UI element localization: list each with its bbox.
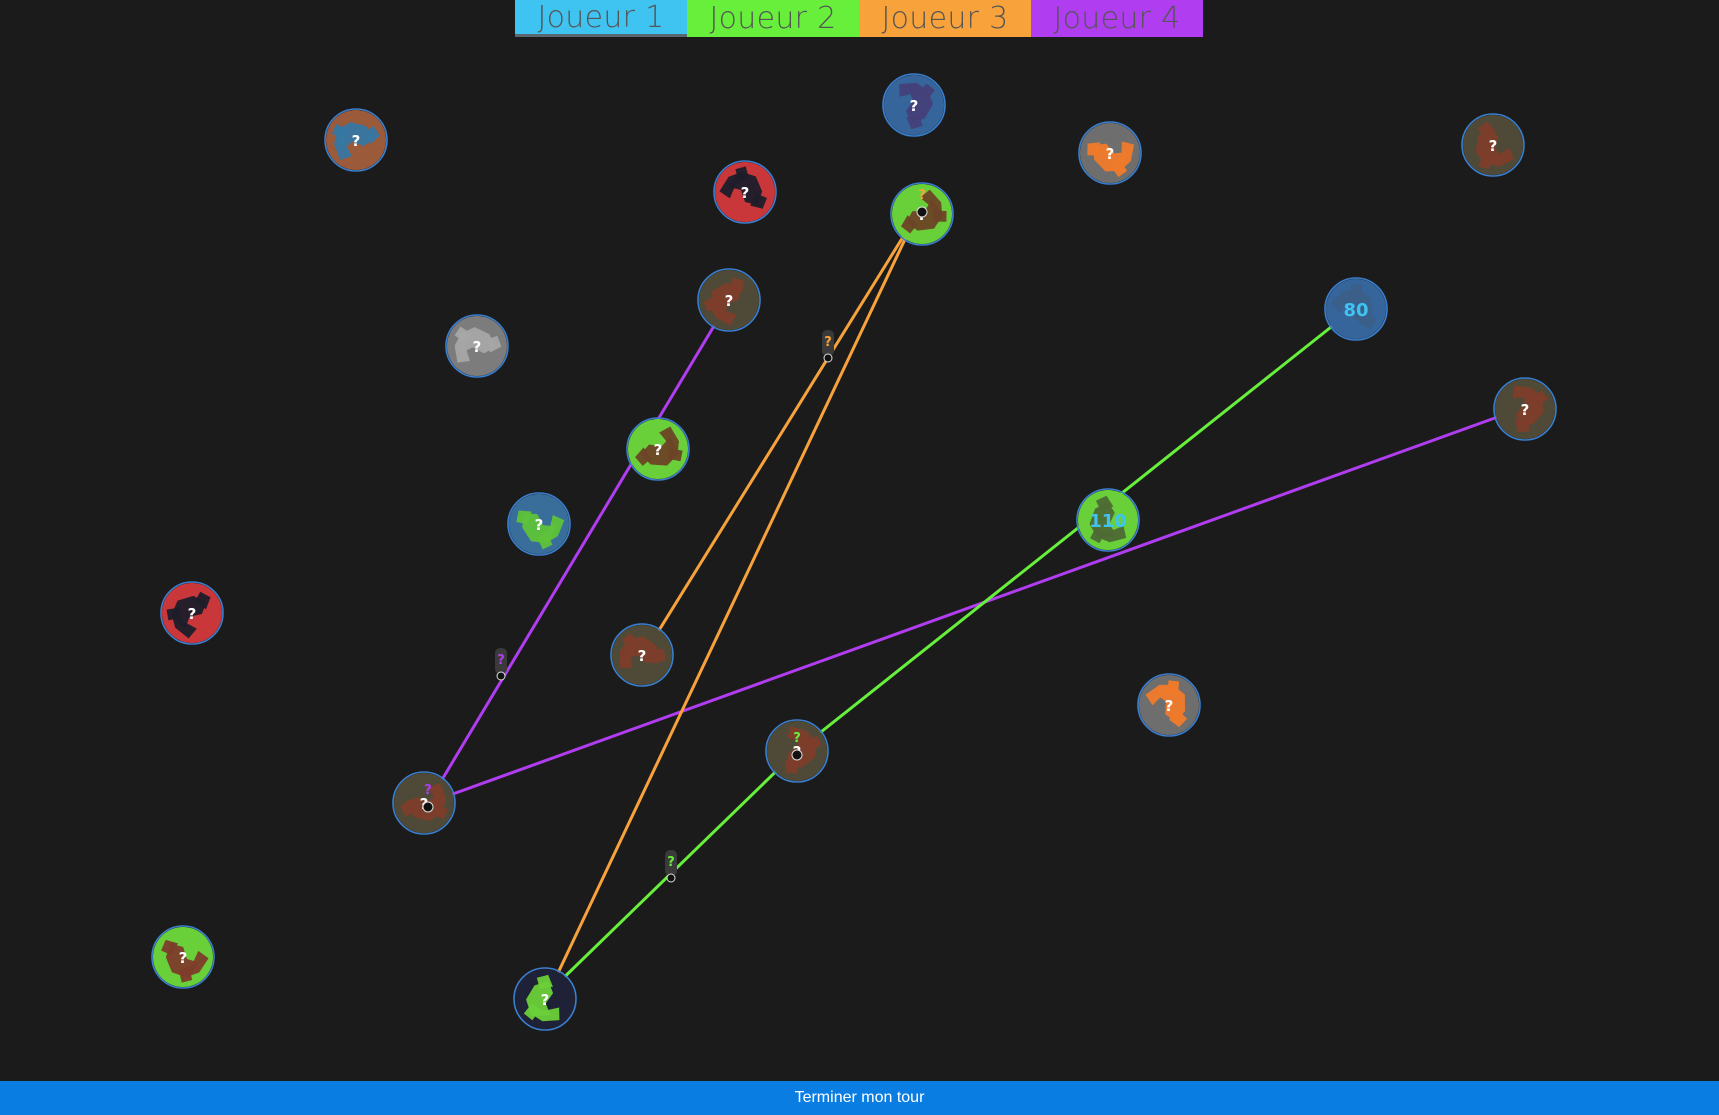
- planet-label: ?: [725, 292, 734, 310]
- planet-label: ?: [910, 97, 919, 115]
- parked-fleet-label: ?: [918, 188, 926, 203]
- fleet-purple[interactable]: ?: [495, 648, 507, 681]
- planet-olive-3[interactable]: ?: [1493, 377, 1557, 441]
- parked-fleet-label: ?: [793, 731, 801, 746]
- planet-label: ?: [535, 516, 544, 534]
- parked-fleet-3[interactable]: ?: [422, 783, 434, 813]
- planet-label: ?: [473, 338, 482, 356]
- planet-red-2[interactable]: ?: [160, 581, 224, 645]
- route-line-1: [426, 304, 728, 805]
- route-line-5: [795, 310, 1352, 753]
- planet-olive-6[interactable]: ?: [392, 771, 456, 835]
- route-line-3: [646, 214, 918, 650]
- game-map: ????????80???110?????????????: [151, 73, 1557, 1031]
- parked-fleet-1[interactable]: ?: [916, 188, 928, 218]
- planet-player1-colony[interactable]: 110: [1076, 488, 1140, 552]
- planet-label: ?: [1106, 145, 1115, 163]
- planet-olive-4[interactable]: ?: [610, 623, 674, 687]
- planet-green-1[interactable]: ?: [626, 417, 690, 481]
- planet-label: ?: [179, 949, 188, 967]
- planet-label: ?: [1165, 697, 1174, 715]
- planet-label: ?: [352, 132, 361, 150]
- planet-blue-1[interactable]: ?: [882, 73, 946, 137]
- planet-label: ?: [1521, 401, 1530, 419]
- planet-blue-green-1[interactable]: ?: [507, 492, 571, 556]
- planet-label: 80: [1343, 300, 1368, 321]
- planet-orange-1[interactable]: ?: [1078, 121, 1142, 185]
- planet-label: 110: [1089, 511, 1127, 532]
- planet-red-1[interactable]: ?: [713, 160, 777, 224]
- planet-olive-1[interactable]: ?: [1461, 113, 1525, 177]
- planet-brown-blue-1[interactable]: ?: [324, 108, 388, 172]
- planet-label: ?: [188, 605, 197, 623]
- planet-label: ?: [1489, 137, 1498, 155]
- planet-label: ?: [541, 991, 550, 1009]
- parked-fleet-2[interactable]: ?: [791, 731, 803, 761]
- parked-fleet-label: ?: [424, 783, 432, 798]
- planet-label: ?: [638, 647, 647, 665]
- planet-label: ?: [654, 441, 663, 459]
- fleet-orange[interactable]: ?: [822, 330, 834, 363]
- planet-player1-home[interactable]: 80: [1324, 277, 1388, 341]
- fleet-label: ?: [497, 653, 505, 668]
- planet-label: ?: [741, 184, 750, 202]
- planet-green-2[interactable]: ?: [151, 925, 215, 989]
- fleet-green[interactable]: ?: [665, 850, 677, 883]
- route-line-4: [547, 214, 918, 994]
- fleet-label: ?: [824, 335, 832, 350]
- planet-olive-2[interactable]: ?: [697, 268, 761, 332]
- planet-orange-2[interactable]: ?: [1137, 673, 1201, 737]
- planet-green-dark-1[interactable]: ?: [513, 967, 577, 1031]
- route-line-2: [426, 408, 1519, 805]
- end-turn-button[interactable]: Terminer mon tour: [0, 1081, 1719, 1115]
- planet-grey-1[interactable]: ?: [445, 314, 509, 378]
- fleet-label: ?: [667, 855, 675, 870]
